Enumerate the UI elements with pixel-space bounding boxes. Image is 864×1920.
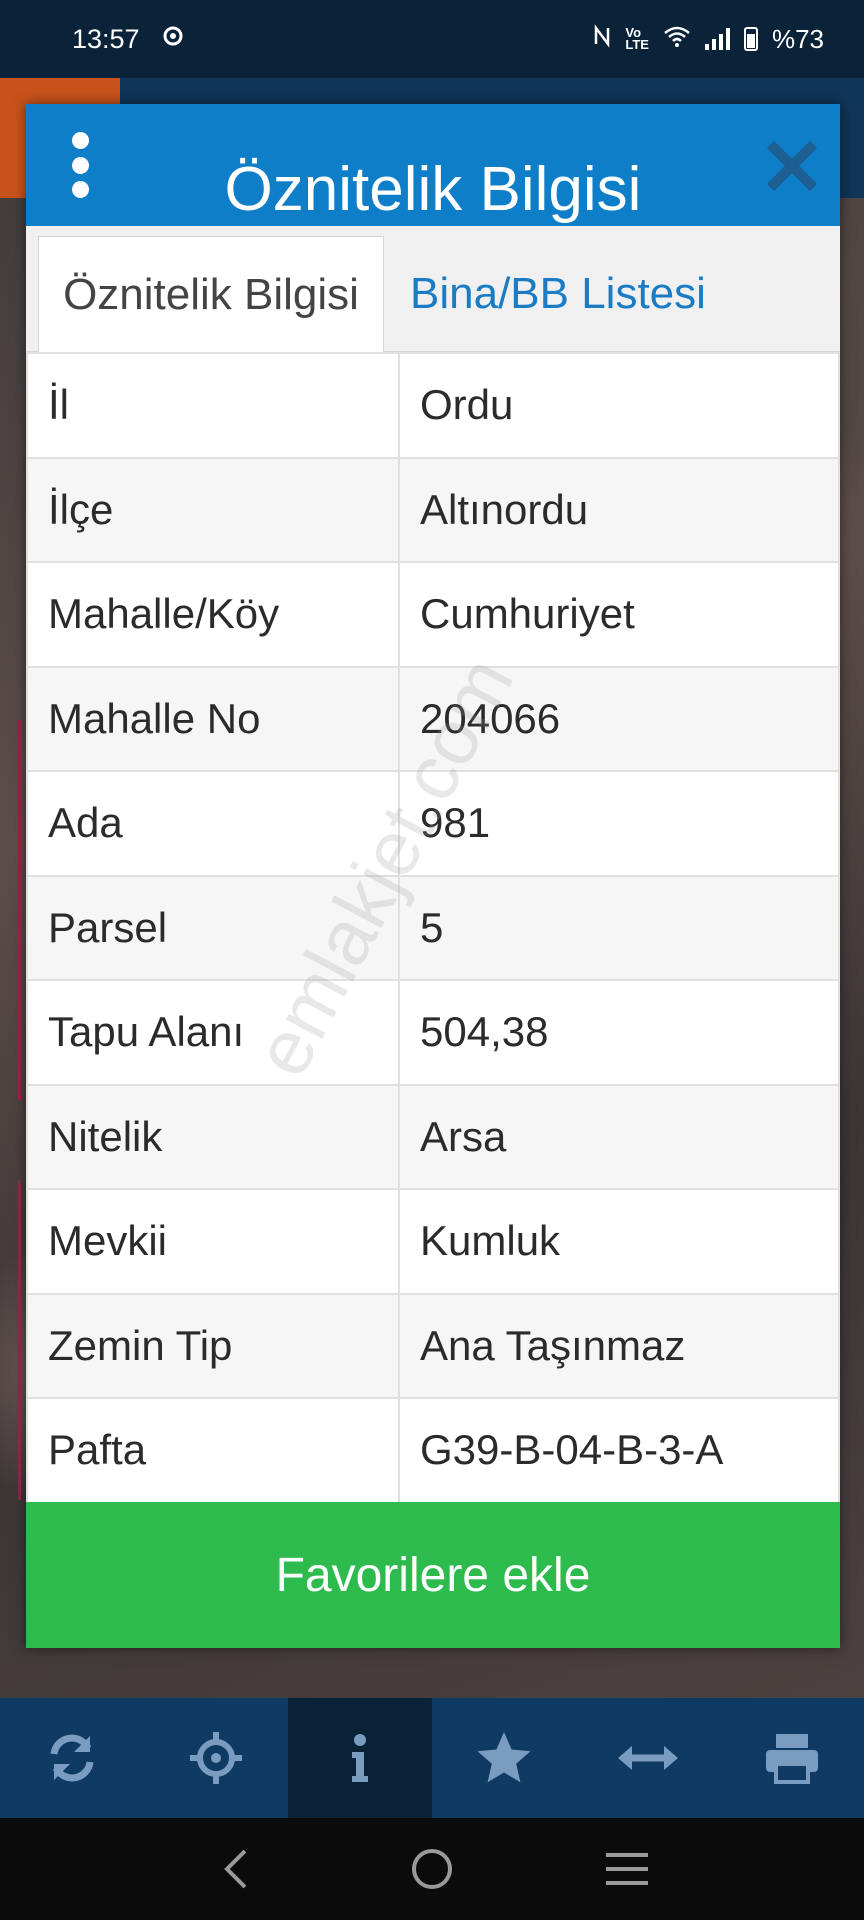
attribute-value: Arsa — [398, 1083, 840, 1190]
wifi-icon — [663, 25, 691, 53]
close-icon[interactable] — [764, 138, 820, 194]
attribute-key: Tapu Alanı — [26, 979, 400, 1086]
refresh-button[interactable] — [0, 1698, 144, 1818]
locate-button[interactable] — [144, 1698, 288, 1818]
attribute-value: 204066 — [398, 665, 840, 772]
nfc-icon — [593, 24, 611, 54]
attribute-value: G39-B-04-B-3-A — [398, 1397, 840, 1504]
attribute-value: 981 — [398, 770, 840, 877]
attribute-value: Altınordu — [398, 456, 840, 563]
back-button[interactable] — [202, 1834, 272, 1904]
table-row: Ada 981 — [26, 770, 840, 877]
attribute-key: İl — [26, 352, 400, 459]
locate-icon — [190, 1732, 242, 1784]
home-icon — [411, 1849, 452, 1889]
refresh-icon — [50, 1734, 94, 1782]
attribute-table: İl Ordu İlçe Altınordu Mahalle/Köy Cumhuriyet… — [26, 352, 840, 1504]
attribute-value: Kumluk — [398, 1188, 840, 1295]
table-row: Mevkii Kumluk — [26, 1188, 840, 1295]
info-button[interactable] — [288, 1698, 432, 1818]
back-icon — [224, 1849, 247, 1889]
clock: 13:57 — [72, 23, 140, 54]
recents-button[interactable] — [592, 1834, 662, 1904]
tab-attribute-info[interactable]: Öznitelik Bilgisi — [38, 236, 384, 352]
system-nav-bar — [0, 1818, 864, 1920]
print-button[interactable] — [720, 1698, 864, 1818]
attribute-key: Pafta — [26, 1397, 400, 1504]
parcel-boundary-line — [18, 1180, 21, 1500]
dialog-header: Öznitelik Bilgisi — [26, 104, 840, 226]
dialog-title: Öznitelik Bilgisi — [224, 155, 642, 224]
tab-building-list[interactable]: Bina/BB Listesi — [388, 236, 728, 352]
volte-icon: Vo LTE — [625, 25, 649, 52]
attribute-key: Mahalle/Köy — [26, 561, 400, 668]
attribute-value: 5 — [398, 874, 840, 981]
favorites-button[interactable] — [432, 1698, 576, 1818]
vpn-icon — [162, 25, 184, 53]
attribute-value: Ana Taşınmaz — [398, 1292, 840, 1399]
table-row: Zemin Tip Ana Taşınmaz — [26, 1292, 840, 1399]
print-icon — [766, 1734, 818, 1784]
attribute-key: Ada — [26, 770, 400, 877]
attribute-key: İlçe — [26, 456, 400, 563]
measure-button[interactable] — [576, 1698, 720, 1818]
map-toolbar — [0, 1698, 864, 1818]
battery-icon — [743, 27, 758, 51]
tab-bar: Öznitelik Bilgisi Bina/BB Listesi — [26, 226, 840, 352]
attribute-key: Zemin Tip — [26, 1292, 400, 1399]
attribute-key: Parsel — [26, 874, 400, 981]
attribute-key: Mahalle No — [26, 665, 400, 772]
table-row: Tapu Alanı 504,38 — [26, 979, 840, 1086]
table-row: Nitelik Arsa — [26, 1083, 840, 1190]
attribute-key: Mevkii — [26, 1188, 400, 1295]
table-row: Parsel 5 — [26, 874, 840, 981]
attribute-value: 504,38 — [398, 979, 840, 1086]
recents-icon — [605, 1853, 648, 1885]
info-icon — [352, 1734, 368, 1782]
table-row: İl Ordu — [26, 352, 840, 459]
attribute-key: Nitelik — [26, 1083, 400, 1190]
battery-percent: %73 — [771, 23, 824, 54]
status-bar: 13:57 Vo LTE %73 — [0, 0, 864, 78]
table-row: Mahalle/Köy Cumhuriyet — [26, 561, 840, 668]
parcel-boundary-line — [18, 720, 21, 1100]
star-icon — [477, 1732, 531, 1783]
attribute-value: Ordu — [398, 352, 840, 459]
add-to-favorites-button[interactable]: Favorilere ekle — [26, 1502, 840, 1648]
table-row: Mahalle No 204066 — [26, 665, 840, 772]
home-button[interactable] — [397, 1834, 467, 1904]
attribute-dialog: Öznitelik Bilgisi Öznitelik Bilgisi Bina… — [26, 104, 840, 1648]
measure-icon — [618, 1746, 678, 1770]
signal-icon — [704, 28, 730, 50]
table-row: Pafta G39-B-04-B-3-A — [26, 1397, 840, 1504]
attribute-value: Cumhuriyet — [398, 561, 840, 668]
table-row: İlçe Altınordu — [26, 456, 840, 563]
